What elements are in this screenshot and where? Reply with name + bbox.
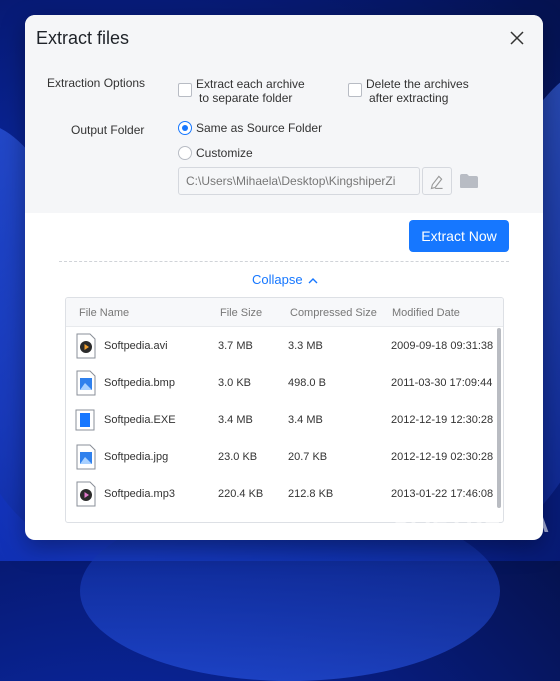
customize-radio[interactable] [178, 146, 192, 160]
audio-file-icon [76, 481, 96, 507]
file-list-header: File Name File Size Compressed Size Modi… [66, 298, 503, 327]
file-name: Softpedia.avi [104, 340, 168, 352]
modified-date: 2012-12-19 12:30:28 [391, 414, 494, 426]
file-name: Softpedia.jpg [104, 451, 169, 463]
modified-date: 2011-03-30 17:09:44 [391, 377, 493, 389]
file-name: Softpedia.bmp [104, 377, 175, 389]
image-file-icon [76, 370, 96, 396]
delete-archives-label[interactable]: Delete the archives after extracting [366, 77, 469, 105]
collapse-toggle[interactable]: Collapse [252, 272, 318, 287]
file-size: 3.4 MB [218, 414, 253, 426]
close-icon [510, 31, 524, 45]
compressed-size: 212.8 KB [288, 488, 334, 500]
edit-path-button[interactable] [422, 167, 452, 195]
file-name: Softpedia.mp3 [104, 488, 175, 500]
file-size: 220.4 KB [218, 488, 264, 500]
separate-folder-checkbox[interactable] [178, 83, 192, 97]
same-as-source-label[interactable]: Same as Source Folder [196, 121, 322, 135]
compressed-size: 20.7 KB [288, 451, 328, 463]
column-file-name[interactable]: File Name [79, 307, 129, 319]
dialog-title: Extract files [36, 28, 130, 48]
file-size: 3.7 MB [218, 340, 253, 352]
table-row[interactable]: Softpedia.EXE 3.4 MB 3.4 MB 2012-12-19 1… [66, 402, 503, 439]
table-row[interactable]: Softpedia.avi 3.7 MB 3.3 MB 2009-09-18 0… [66, 328, 503, 365]
extract-files-dialog: Extract files Extraction Options Extract… [25, 15, 543, 540]
pen-icon [430, 175, 443, 190]
output-folder-label: Output Folder [71, 123, 145, 137]
exe-file-icon [75, 409, 95, 431]
close-button[interactable] [503, 24, 531, 52]
file-list-scrollbar[interactable] [497, 328, 501, 508]
output-path-input[interactable]: C:\Users\Mihaela\Desktop\KingshiperZi [178, 167, 420, 195]
compressed-size: 3.3 MB [288, 340, 323, 352]
compressed-size: 3.4 MB [288, 414, 323, 426]
softpedia-watermark: SOFTPEDIA [392, 508, 550, 538]
divider [59, 261, 509, 262]
same-as-source-radio[interactable] [178, 121, 192, 135]
table-row[interactable]: Softpedia.bmp 3.0 KB 498.0 B 2011-03-30 … [66, 365, 503, 402]
file-name: Softpedia.EXE [104, 414, 176, 426]
column-modified-date[interactable]: Modified Date [392, 307, 460, 319]
modified-date: 2013-01-22 17:46:08 [391, 488, 494, 500]
compressed-size: 498.0 B [288, 377, 326, 389]
extract-now-button[interactable]: Extract Now [409, 220, 509, 252]
modified-date: 2012-12-19 02:30:28 [391, 451, 494, 463]
table-row[interactable]: Softpedia.jpg 23.0 KB 20.7 KB 2012-12-19… [66, 439, 503, 476]
browse-folder-button[interactable] [459, 173, 479, 189]
folder-icon [460, 174, 478, 188]
separate-folder-label[interactable]: Extract each archive to separate folder [196, 77, 305, 105]
file-size: 23.0 KB [218, 451, 258, 463]
collapse-label: Collapse [252, 272, 303, 287]
image-file-icon [76, 444, 96, 470]
video-file-icon [76, 333, 96, 359]
chevron-up-icon [308, 278, 318, 284]
column-compressed-size[interactable]: Compressed Size [290, 307, 377, 319]
customize-label[interactable]: Customize [196, 146, 253, 160]
modified-date: 2009-09-18 09:31:38 [391, 340, 494, 352]
file-list[interactable]: File Name File Size Compressed Size Modi… [65, 297, 504, 523]
delete-archives-checkbox[interactable] [348, 83, 362, 97]
file-size: 3.0 KB [218, 377, 252, 389]
column-file-size[interactable]: File Size [220, 307, 262, 319]
extraction-options-label: Extraction Options [47, 76, 146, 90]
title-bar: Extract files [25, 15, 543, 61]
